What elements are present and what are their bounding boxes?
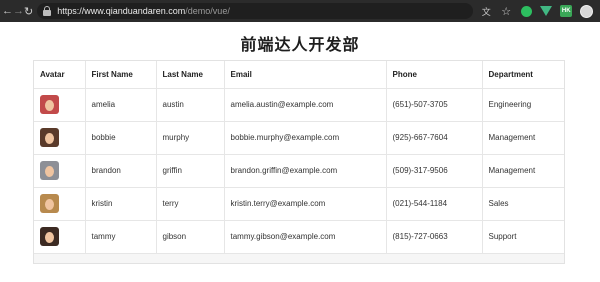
last-name-cell: austin bbox=[156, 88, 225, 122]
header-email[interactable]: Email bbox=[224, 61, 387, 89]
last-name-cell: gibson bbox=[156, 220, 225, 254]
phone-cell: (509)-317-9506 bbox=[386, 154, 483, 188]
vue-icon bbox=[540, 6, 553, 16]
last-name-cell: terry bbox=[156, 187, 225, 221]
reload-icon[interactable]: ↻ bbox=[24, 0, 33, 22]
header-avatar[interactable]: Avatar bbox=[34, 61, 86, 89]
address-bar[interactable]: https://www.qianduandaren.com/demo/vue/ bbox=[37, 3, 474, 19]
page-title: 前端达人开发部 bbox=[240, 35, 360, 54]
phone-cell: (651)-507-3705 bbox=[386, 88, 483, 122]
employee-table: Avatar First Name Last Name Email Phone … bbox=[33, 60, 565, 264]
extensions-area: 文 ☆ HK ⋮ bbox=[479, 4, 600, 18]
header-first-name[interactable]: First Name bbox=[85, 61, 157, 89]
email-cell: amelia.austin@example.com bbox=[224, 88, 387, 122]
first-name-cell: kristin bbox=[85, 187, 157, 221]
lock-icon bbox=[43, 6, 52, 16]
browser-toolbar: ← → ↻ https://www.qianduandaren.com/demo… bbox=[0, 0, 600, 22]
table-row[interactable]: tammy gibson tammy.gibson@example.com (8… bbox=[34, 220, 564, 254]
hk-extension[interactable]: HK bbox=[559, 4, 573, 18]
department-cell: Management bbox=[482, 154, 564, 188]
avatar-cell bbox=[34, 187, 86, 221]
department-cell: Management bbox=[482, 121, 564, 155]
profile-button[interactable] bbox=[579, 4, 593, 18]
phone-cell: (815)-727-0663 bbox=[386, 220, 483, 254]
avatar-cell bbox=[34, 121, 86, 155]
avatar-cell bbox=[34, 220, 86, 254]
first-name-cell: tammy bbox=[85, 220, 157, 254]
forward-icon[interactable]: → bbox=[13, 0, 24, 22]
email-cell: brandon.griffin@example.com bbox=[224, 154, 387, 188]
email-cell: tammy.gibson@example.com bbox=[224, 220, 387, 254]
phone-cell: (021)-544-1184 bbox=[386, 187, 483, 221]
email-cell: bobbie.murphy@example.com bbox=[224, 121, 387, 155]
table-row[interactable]: bobbie murphy bobbie.murphy@example.com … bbox=[34, 121, 564, 155]
department-cell: Sales bbox=[482, 187, 564, 221]
last-name-cell: murphy bbox=[156, 121, 225, 155]
avatar bbox=[40, 128, 59, 147]
header-phone[interactable]: Phone bbox=[386, 61, 483, 89]
table-footer bbox=[34, 253, 564, 263]
avatar bbox=[40, 227, 59, 246]
avatar-cell bbox=[34, 154, 86, 188]
avatar bbox=[40, 95, 59, 114]
first-name-cell: bobbie bbox=[85, 121, 157, 155]
header-last-name[interactable]: Last Name bbox=[156, 61, 225, 89]
hk-badge: HK bbox=[560, 5, 573, 17]
avatar bbox=[579, 4, 593, 18]
table-row[interactable]: kristin terry kristin.terry@example.com … bbox=[34, 187, 564, 221]
table-row[interactable]: brandon griffin brandon.griffin@example.… bbox=[34, 154, 564, 188]
first-name-cell: amelia bbox=[85, 88, 157, 122]
table-header-row: Avatar First Name Last Name Email Phone … bbox=[34, 61, 564, 89]
first-name-cell: brandon bbox=[85, 154, 157, 188]
bookmark-star-icon[interactable]: ☆ bbox=[499, 4, 513, 18]
avatar bbox=[40, 161, 59, 180]
avatar bbox=[40, 194, 59, 213]
translate-icon[interactable]: 文 bbox=[479, 4, 493, 18]
department-cell: Engineering bbox=[482, 88, 564, 122]
back-icon[interactable]: ← bbox=[2, 0, 13, 22]
phone-cell: (925)-667-7604 bbox=[386, 121, 483, 155]
evernote-icon bbox=[520, 5, 532, 17]
table-row[interactable]: amelia austin amelia.austin@example.com … bbox=[34, 88, 564, 122]
header-department[interactable]: Department bbox=[482, 61, 564, 89]
url-path: /demo/vue/ bbox=[185, 6, 230, 16]
evernote-extension[interactable] bbox=[519, 4, 533, 18]
department-cell: Support bbox=[482, 220, 564, 254]
last-name-cell: griffin bbox=[156, 154, 225, 188]
avatar-cell bbox=[34, 88, 86, 122]
vue-devtools-extension[interactable] bbox=[539, 4, 553, 18]
url-host: https://www.qianduandaren.com bbox=[57, 6, 186, 16]
email-cell: kristin.terry@example.com bbox=[224, 187, 387, 221]
